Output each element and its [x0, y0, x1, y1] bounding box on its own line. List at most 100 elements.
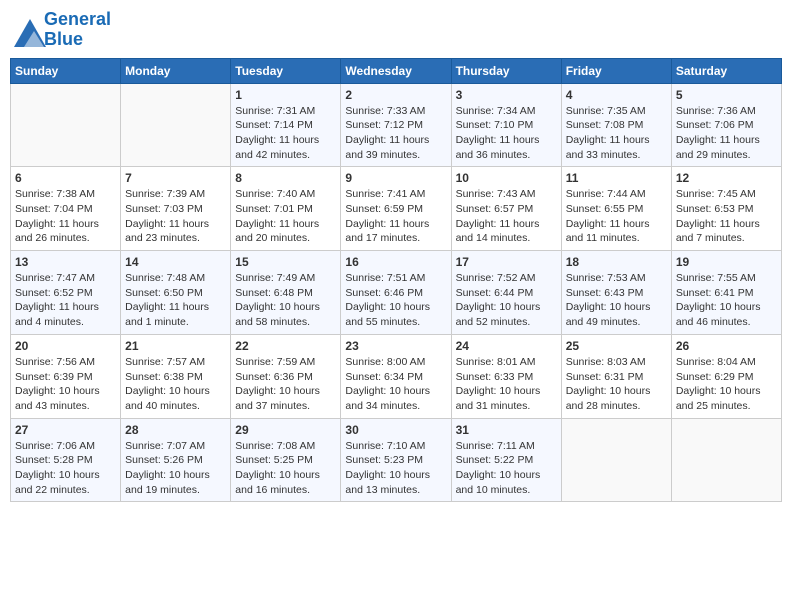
calendar-week-row: 1Sunrise: 7:31 AMSunset: 7:14 PMDaylight…	[11, 83, 782, 167]
day-number: 3	[456, 88, 557, 102]
calendar-cell: 23 Sunrise: 8:00 AMSunset: 6:34 PMDayligh…	[341, 334, 451, 418]
day-number: 9	[345, 171, 446, 185]
cell-info: Sunrise: 7:08 AMSunset: 5:25 PMDaylight:…	[235, 439, 336, 498]
calendar-cell	[671, 418, 781, 502]
calendar-cell: 22 Sunrise: 7:59 AMSunset: 6:36 PMDayligh…	[231, 334, 341, 418]
cell-info: Sunrise: 7:56 AMSunset: 6:39 PMDaylight:…	[15, 355, 116, 414]
calendar-cell: 28Sunrise: 7:07 AMSunset: 5:26 PMDayligh…	[121, 418, 231, 502]
day-number: 23	[345, 339, 446, 353]
calendar-cell: 7 Sunrise: 7:39 AMSunset: 7:03 PMDaylight…	[121, 167, 231, 251]
calendar-cell: 20 Sunrise: 7:56 AMSunset: 6:39 PMDayligh…	[11, 334, 121, 418]
day-number: 24	[456, 339, 557, 353]
cell-info: Sunrise: 7:44 AMSunset: 6:55 PMDaylight:…	[566, 187, 667, 246]
calendar-cell: 17 Sunrise: 7:52 AMSunset: 6:44 PMDayligh…	[451, 251, 561, 335]
weekday-header: Friday	[561, 58, 671, 83]
cell-info: Sunrise: 7:36 AMSunset: 7:06 PMDaylight:…	[676, 104, 777, 163]
day-number: 14	[125, 255, 226, 269]
calendar-cell: 31Sunrise: 7:11 AMSunset: 5:22 PMDayligh…	[451, 418, 561, 502]
weekday-header: Sunday	[11, 58, 121, 83]
day-number: 2	[345, 88, 446, 102]
calendar-cell: 11 Sunrise: 7:44 AMSunset: 6:55 PMDayligh…	[561, 167, 671, 251]
cell-info: Sunrise: 7:53 AMSunset: 6:43 PMDaylight:…	[566, 271, 667, 330]
calendar-cell: 27Sunrise: 7:06 AMSunset: 5:28 PMDayligh…	[11, 418, 121, 502]
calendar-cell: 16Sunrise: 7:51 AMSunset: 6:46 PMDayligh…	[341, 251, 451, 335]
cell-info: Sunrise: 7:39 AMSunset: 7:03 PMDaylight:…	[125, 187, 226, 246]
cell-info: Sunrise: 7:41 AMSunset: 6:59 PMDaylight:…	[345, 187, 446, 246]
cell-info: Sunrise: 8:00 AMSunset: 6:34 PMDaylight:…	[345, 355, 446, 414]
calendar: SundayMondayTuesdayWednesdayThursdayFrid…	[10, 58, 782, 503]
logo-icon	[14, 19, 42, 41]
calendar-cell: 1Sunrise: 7:31 AMSunset: 7:14 PMDaylight…	[231, 83, 341, 167]
calendar-cell: 18 Sunrise: 7:53 AMSunset: 6:43 PMDayligh…	[561, 251, 671, 335]
cell-info: Sunrise: 8:03 AMSunset: 6:31 PMDaylight:…	[566, 355, 667, 414]
calendar-cell: 2 Sunrise: 7:33 AMSunset: 7:12 PMDaylight…	[341, 83, 451, 167]
calendar-week-row: 13Sunrise: 7:47 AMSunset: 6:52 PMDayligh…	[11, 251, 782, 335]
calendar-cell: 4 Sunrise: 7:35 AMSunset: 7:08 PMDaylight…	[561, 83, 671, 167]
weekday-header: Monday	[121, 58, 231, 83]
day-number: 18	[566, 255, 667, 269]
day-number: 4	[566, 88, 667, 102]
cell-info: Sunrise: 7:10 AMSunset: 5:23 PMDaylight:…	[345, 439, 446, 498]
calendar-cell: 24 Sunrise: 8:01 AMSunset: 6:33 PMDayligh…	[451, 334, 561, 418]
weekday-header: Thursday	[451, 58, 561, 83]
cell-info: Sunrise: 7:38 AMSunset: 7:04 PMDaylight:…	[15, 187, 116, 246]
weekday-header: Wednesday	[341, 58, 451, 83]
calendar-cell: 12 Sunrise: 7:45 AMSunset: 6:53 PMDayligh…	[671, 167, 781, 251]
weekday-header: Saturday	[671, 58, 781, 83]
calendar-cell: 13Sunrise: 7:47 AMSunset: 6:52 PMDayligh…	[11, 251, 121, 335]
day-number: 22	[235, 339, 336, 353]
calendar-cell	[121, 83, 231, 167]
day-number: 12	[676, 171, 777, 185]
calendar-cell: 30 Sunrise: 7:10 AMSunset: 5:23 PMDayligh…	[341, 418, 451, 502]
cell-info: Sunrise: 7:55 AMSunset: 6:41 PMDaylight:…	[676, 271, 777, 330]
day-number: 21	[125, 339, 226, 353]
cell-info: Sunrise: 7:34 AMSunset: 7:10 PMDaylight:…	[456, 104, 557, 163]
day-number: 5	[676, 88, 777, 102]
day-number: 6	[15, 171, 116, 185]
day-number: 31	[456, 423, 557, 437]
weekday-header-row: SundayMondayTuesdayWednesdayThursdayFrid…	[11, 58, 782, 83]
cell-info: Sunrise: 7:45 AMSunset: 6:53 PMDaylight:…	[676, 187, 777, 246]
cell-info: Sunrise: 7:33 AMSunset: 7:12 PMDaylight:…	[345, 104, 446, 163]
cell-info: Sunrise: 7:51 AMSunset: 6:46 PMDaylight:…	[345, 271, 446, 330]
day-number: 27	[15, 423, 116, 437]
calendar-week-row: 6 Sunrise: 7:38 AMSunset: 7:04 PMDaylight…	[11, 167, 782, 251]
day-number: 11	[566, 171, 667, 185]
calendar-cell: 25 Sunrise: 8:03 AMSunset: 6:31 PMDayligh…	[561, 334, 671, 418]
calendar-cell: 26Sunrise: 8:04 AMSunset: 6:29 PMDayligh…	[671, 334, 781, 418]
calendar-cell: 15Sunrise: 7:49 AMSunset: 6:48 PMDayligh…	[231, 251, 341, 335]
cell-info: Sunrise: 7:52 AMSunset: 6:44 PMDaylight:…	[456, 271, 557, 330]
cell-info: Sunrise: 7:49 AMSunset: 6:48 PMDaylight:…	[235, 271, 336, 330]
page-header: General Blue	[10, 10, 782, 50]
calendar-cell	[561, 418, 671, 502]
calendar-cell: 8 Sunrise: 7:40 AMSunset: 7:01 PMDaylight…	[231, 167, 341, 251]
cell-info: Sunrise: 7:40 AMSunset: 7:01 PMDaylight:…	[235, 187, 336, 246]
calendar-cell: 10 Sunrise: 7:43 AMSunset: 6:57 PMDayligh…	[451, 167, 561, 251]
calendar-cell	[11, 83, 121, 167]
day-number: 17	[456, 255, 557, 269]
calendar-cell: 3 Sunrise: 7:34 AMSunset: 7:10 PMDaylight…	[451, 83, 561, 167]
day-number: 8	[235, 171, 336, 185]
cell-info: Sunrise: 8:01 AMSunset: 6:33 PMDaylight:…	[456, 355, 557, 414]
day-number: 30	[345, 423, 446, 437]
calendar-week-row: 20 Sunrise: 7:56 AMSunset: 6:39 PMDayligh…	[11, 334, 782, 418]
logo-text: General Blue	[44, 10, 111, 50]
day-number: 20	[15, 339, 116, 353]
day-number: 10	[456, 171, 557, 185]
cell-info: Sunrise: 7:57 AMSunset: 6:38 PMDaylight:…	[125, 355, 226, 414]
calendar-cell: 29 Sunrise: 7:08 AMSunset: 5:25 PMDayligh…	[231, 418, 341, 502]
cell-info: Sunrise: 7:43 AMSunset: 6:57 PMDaylight:…	[456, 187, 557, 246]
calendar-cell: 14 Sunrise: 7:48 AMSunset: 6:50 PMDayligh…	[121, 251, 231, 335]
day-number: 28	[125, 423, 226, 437]
calendar-cell: 5 Sunrise: 7:36 AMSunset: 7:06 PMDaylight…	[671, 83, 781, 167]
cell-info: Sunrise: 8:04 AMSunset: 6:29 PMDaylight:…	[676, 355, 777, 414]
calendar-cell: 19Sunrise: 7:55 AMSunset: 6:41 PMDayligh…	[671, 251, 781, 335]
cell-info: Sunrise: 7:59 AMSunset: 6:36 PMDaylight:…	[235, 355, 336, 414]
day-number: 7	[125, 171, 226, 185]
day-number: 29	[235, 423, 336, 437]
logo: General Blue	[14, 10, 111, 50]
day-number: 25	[566, 339, 667, 353]
cell-info: Sunrise: 7:35 AMSunset: 7:08 PMDaylight:…	[566, 104, 667, 163]
calendar-week-row: 27Sunrise: 7:06 AMSunset: 5:28 PMDayligh…	[11, 418, 782, 502]
cell-info: Sunrise: 7:48 AMSunset: 6:50 PMDaylight:…	[125, 271, 226, 330]
